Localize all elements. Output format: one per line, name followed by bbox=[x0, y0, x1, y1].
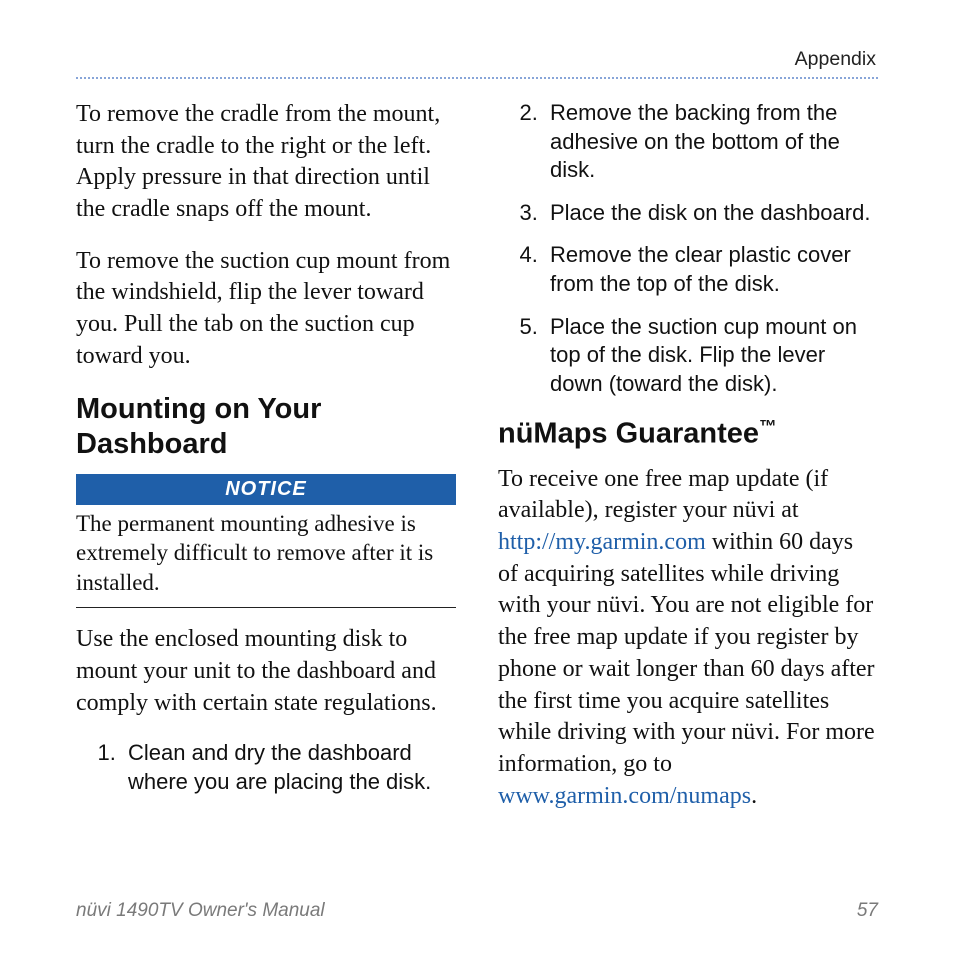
trademark-symbol: ™ bbox=[759, 416, 776, 436]
step-5: Place the suction cup mount on top of th… bbox=[544, 313, 878, 399]
notice-body: The permanent mounting adhesive is extre… bbox=[76, 505, 456, 608]
para-remove-cradle: To remove the cradle from the mount, tur… bbox=[76, 99, 456, 226]
steps-list-left: Clean and dry the dashboard where you ar… bbox=[76, 739, 456, 796]
two-column-layout: To remove the cradle from the mount, tur… bbox=[76, 99, 878, 832]
step-2: Remove the backing from the adhesive on … bbox=[544, 99, 878, 185]
guarantee-text-b: within 60 days of acquiring satellites w… bbox=[498, 529, 875, 777]
header-rule bbox=[76, 77, 878, 79]
heading-numaps-guarantee: nüMaps Guarantee™ bbox=[498, 416, 878, 451]
step-1: Clean and dry the dashboard where you ar… bbox=[122, 739, 456, 796]
document-page: Appendix To remove the cradle from the m… bbox=[0, 0, 954, 954]
column-right: Remove the backing from the adhesive on … bbox=[498, 99, 878, 832]
page-footer: nüvi 1490TV Owner's Manual 57 bbox=[76, 900, 878, 922]
para-remove-suction: To remove the suction cup mount from the… bbox=[76, 246, 456, 373]
step-4: Remove the clear plastic cover from the … bbox=[544, 241, 878, 298]
link-numaps[interactable]: www.garmin.com/numaps bbox=[498, 783, 751, 809]
column-left: To remove the cradle from the mount, tur… bbox=[76, 99, 456, 832]
guarantee-text-a: To receive one free map update (if avail… bbox=[498, 466, 828, 524]
heading-numaps-text: nüMaps Guarantee bbox=[498, 418, 759, 450]
footer-page-number: 57 bbox=[857, 900, 878, 922]
step-3: Place the disk on the dashboard. bbox=[544, 199, 878, 228]
header-appendix: Appendix bbox=[76, 48, 878, 71]
guarantee-text-c: . bbox=[751, 783, 757, 809]
para-use-disk: Use the enclosed mounting disk to mount … bbox=[76, 624, 456, 719]
link-my-garmin[interactable]: http://my.garmin.com bbox=[498, 529, 706, 555]
steps-list-right: Remove the backing from the adhesive on … bbox=[498, 99, 878, 398]
notice-bar: NOTICE bbox=[76, 474, 456, 505]
heading-mounting-dashboard: Mounting on Your Dashboard bbox=[76, 392, 456, 462]
para-guarantee: To receive one free map update (if avail… bbox=[498, 464, 878, 812]
footer-manual-title: nüvi 1490TV Owner's Manual bbox=[76, 900, 325, 922]
